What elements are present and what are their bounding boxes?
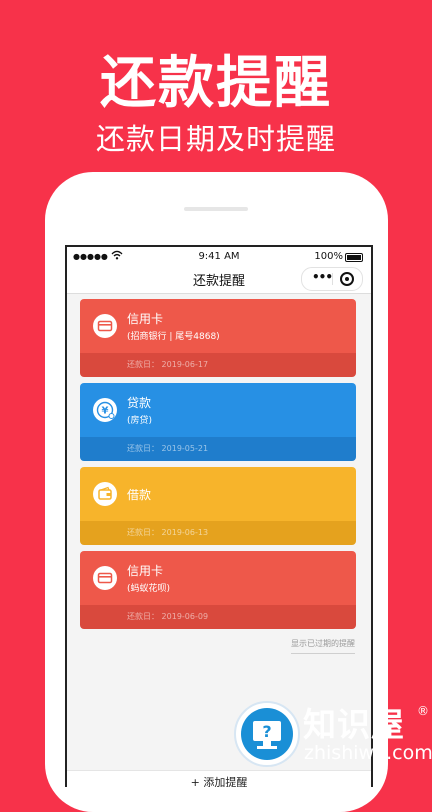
watermark-url: zhishiwu.com	[304, 742, 432, 764]
card-title: 信用卡	[127, 312, 164, 326]
watermark-registered: ®	[417, 704, 429, 718]
watermark-logo-icon: ?	[234, 701, 300, 767]
card-subtitle: (招商银行 | 尾号4868)	[127, 332, 220, 342]
svg-text:¥: ¥	[102, 406, 109, 417]
capsule-divider	[332, 273, 333, 285]
reminder-card-loan[interactable]: ¥ 贷款 (房贷) 还款日： 2019-05-21	[80, 383, 356, 461]
card-title: 贷款	[127, 396, 152, 410]
card-title: 信用卡	[127, 564, 164, 578]
card-top: 借款	[80, 467, 356, 521]
hero-subtitle: 还款日期及时提醒	[95, 122, 336, 156]
wallet-icon	[93, 482, 117, 506]
phone-speaker	[184, 207, 248, 211]
reminder-card-borrowing[interactable]: 借款 还款日： 2019-06-13	[80, 467, 356, 545]
card-bottom: 还款日： 2019-06-13	[80, 521, 356, 545]
close-target-icon[interactable]	[340, 272, 354, 286]
credit-card-icon	[93, 566, 117, 590]
yuan-loan-icon: ¥	[93, 398, 117, 422]
card-subtitle: (房贷)	[127, 416, 153, 426]
more-icon[interactable]: •••	[312, 270, 333, 284]
hero-title: 还款提醒	[100, 51, 332, 116]
show-expired-link[interactable]: 显示已过期的提醒	[291, 638, 355, 654]
add-reminder-button[interactable]: + 添加提醒	[67, 774, 371, 787]
card-bottom: 还款日： 2019-06-17	[80, 353, 356, 377]
card-top: 信用卡 (招商银行 | 尾号4868)	[80, 299, 356, 353]
card-bottom: 还款日： 2019-06-09	[80, 605, 356, 629]
reminder-card-credit-card-huabei[interactable]: 信用卡 (蚂蚁花呗) 还款日： 2019-06-09	[80, 551, 356, 629]
card-title: 借款	[127, 488, 152, 502]
add-reminder-bar[interactable]: + 添加提醒	[67, 770, 371, 787]
due-date: 还款日： 2019-05-21	[127, 444, 209, 453]
card-bottom: 还款日： 2019-05-21	[80, 437, 356, 461]
status-bar: ●●●●● 9:41 AM 100%	[67, 247, 371, 267]
svg-text:?: ?	[262, 722, 271, 741]
card-top: 信用卡 (蚂蚁花呗)	[80, 551, 356, 605]
battery-percent: 100%	[314, 251, 343, 262]
due-date: 还款日： 2019-06-09	[127, 612, 209, 621]
due-date: 还款日： 2019-06-13	[127, 528, 209, 537]
due-date: 还款日： 2019-06-17	[127, 360, 209, 369]
battery-icon	[345, 253, 363, 262]
card-top: ¥ 贷款 (房贷)	[80, 383, 356, 437]
credit-card-icon	[93, 314, 117, 338]
reminder-card-credit-card[interactable]: 信用卡 (招商银行 | 尾号4868) 还款日： 2019-06-17	[80, 299, 356, 377]
watermark-name: 知识屋	[303, 705, 405, 744]
card-subtitle: (蚂蚁花呗)	[127, 584, 171, 594]
mini-program-capsule: •••	[301, 267, 363, 291]
nav-bar: 还款提醒 •••	[67, 267, 371, 294]
